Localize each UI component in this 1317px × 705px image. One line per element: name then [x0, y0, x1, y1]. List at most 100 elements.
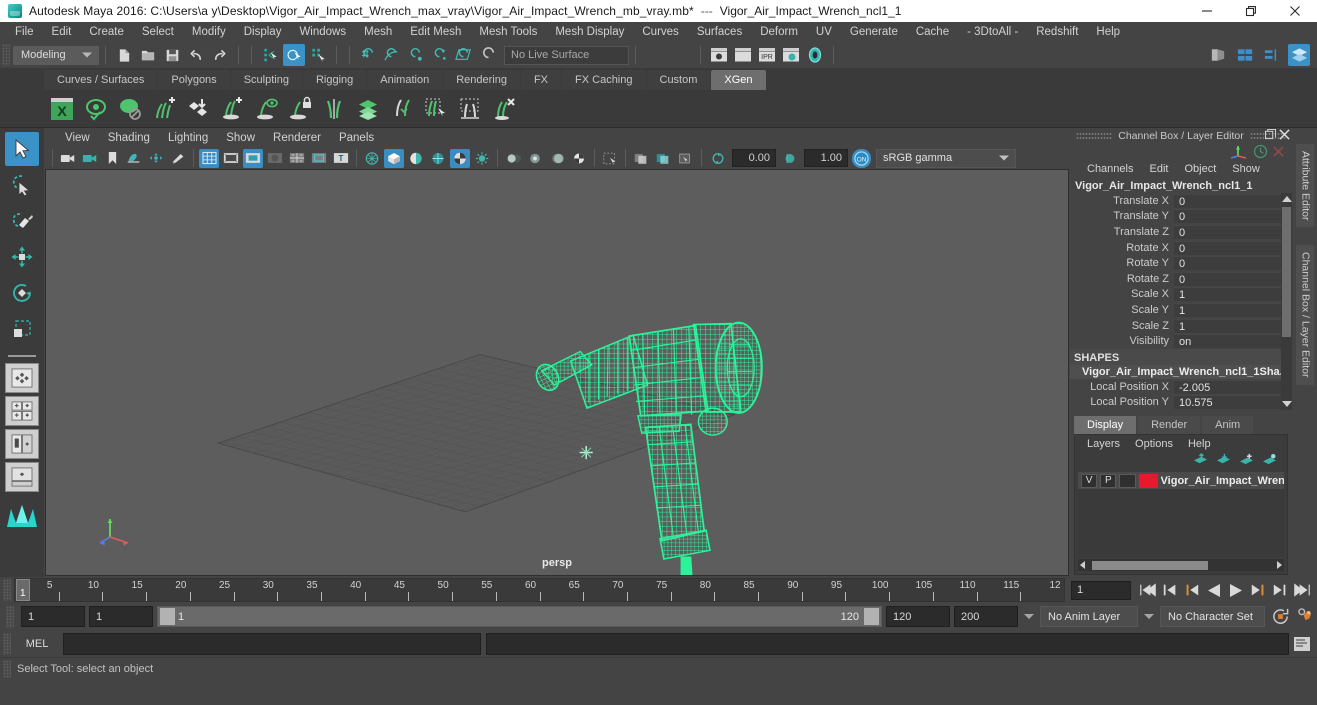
image-plane-icon[interactable] [124, 149, 144, 168]
menu-mesh[interactable]: Mesh [355, 22, 401, 42]
layer-list-hscrollbar[interactable] [1078, 559, 1284, 571]
step-forward-frame-icon[interactable] [1247, 579, 1269, 601]
menu-select[interactable]: Select [133, 22, 183, 42]
two-d-pan-zoom-icon[interactable] [146, 149, 166, 168]
channel-value[interactable]: 1 [1174, 318, 1292, 333]
channel-value[interactable]: 1 [1174, 302, 1292, 317]
snap-to-point-icon[interactable] [405, 44, 427, 66]
animation-preferences-icon[interactable] [1295, 606, 1317, 628]
shelf-tab-custom[interactable]: Custom [646, 70, 711, 90]
command-input[interactable] [63, 632, 481, 655]
hypershade-icon[interactable] [804, 44, 826, 66]
live-surface-field[interactable]: No Live Surface [504, 45, 629, 65]
xgen-delete-guides-icon[interactable] [488, 93, 520, 125]
xgen-mask-icon[interactable] [454, 93, 486, 125]
character-set-combo[interactable]: No Character Set [1160, 606, 1265, 627]
cb-menu-channels[interactable]: Channels [1080, 163, 1140, 175]
move-tool[interactable] [5, 240, 39, 274]
play-forwards-icon[interactable] [1225, 579, 1247, 601]
gamma-icon[interactable] [780, 149, 800, 168]
menu-modify[interactable]: Modify [183, 22, 235, 42]
menu-display[interactable]: Display [235, 22, 291, 42]
xray-icon[interactable] [631, 149, 651, 168]
menu-surfaces[interactable]: Surfaces [688, 22, 751, 42]
camera-attributes-icon[interactable] [80, 149, 100, 168]
viewport-menu-renderer[interactable]: Renderer [264, 132, 330, 144]
vtab-attribute-editor[interactable]: Attribute Editor [1295, 144, 1314, 228]
layer-color-swatch[interactable] [1138, 473, 1158, 488]
anim-layer-combo[interactable]: No Anim Layer [1040, 606, 1138, 627]
menu-cache[interactable]: Cache [907, 22, 958, 42]
close-panel-icon[interactable] [1279, 129, 1290, 143]
move-layer-down-icon[interactable] [1216, 453, 1231, 469]
channel-value[interactable]: 0 [1174, 240, 1292, 255]
xgen-part-guides-icon[interactable] [318, 93, 350, 125]
cb-menu-object[interactable]: Object [1177, 163, 1223, 175]
channel-box-shape-name[interactable]: Vigor_Air_Impact_Wrench_ncl1_1Sha... [1070, 364, 1292, 379]
shelf-tab-animation[interactable]: Animation [367, 70, 443, 90]
status-bar-grip[interactable] [3, 659, 11, 678]
two-pane-side-layout[interactable] [5, 429, 39, 459]
viewport-menu-shading[interactable]: Shading [99, 132, 159, 144]
clock-icon[interactable] [1253, 144, 1268, 162]
menu-redshift[interactable]: Redshift [1027, 22, 1087, 42]
restore-button[interactable] [1229, 0, 1273, 22]
select-by-object-icon[interactable] [283, 44, 305, 66]
range-end-handle[interactable] [864, 608, 879, 625]
viewport-menu-panels[interactable]: Panels [330, 132, 383, 144]
no-key-icon[interactable] [1271, 144, 1286, 162]
field-chart-icon[interactable] [287, 149, 307, 168]
command-line-grip[interactable] [3, 632, 11, 655]
new-scene-icon[interactable] [113, 44, 135, 66]
snap-to-view-plane-icon[interactable] [453, 44, 475, 66]
shelf-tab-fx[interactable]: FX [520, 70, 562, 90]
shelf-tab-sculpting[interactable]: Sculpting [230, 70, 302, 90]
single-pane-layout[interactable] [5, 363, 39, 393]
isolate-select-icon[interactable] [600, 149, 620, 168]
xgen-disable-preview-icon[interactable] [114, 93, 146, 125]
go-to-start-icon[interactable] [1137, 579, 1159, 601]
render-sequence-icon[interactable] [780, 44, 802, 66]
range-bar[interactable]: 1 120 [157, 606, 882, 627]
range-start-field[interactable]: 1 [89, 606, 153, 627]
scale-tool[interactable] [5, 312, 39, 346]
xgen-editor-icon[interactable]: X [46, 93, 78, 125]
textured-icon[interactable] [450, 148, 470, 168]
select-camera-icon[interactable] [58, 149, 78, 168]
layer-row[interactable]: V P Vigor_Air_Impact_Wrenc [1078, 472, 1284, 490]
snap-to-projected-center-icon[interactable] [429, 44, 451, 66]
time-slider[interactable]: 1 5 10 15 20 25 30 35 40 45 50 55 60 65 70 75 80 85 90 95 1… [14, 578, 1065, 602]
channel-box-scrollbar[interactable] [1281, 193, 1292, 411]
lasso-select-tool[interactable] [5, 168, 39, 202]
menu-edit[interactable]: Edit [43, 22, 81, 42]
menu-help[interactable]: Help [1087, 22, 1129, 42]
move-layer-up-icon[interactable] [1193, 453, 1208, 469]
shelf-tab-rendering[interactable]: Rendering [443, 70, 520, 90]
panel-drag-handle[interactable] [1076, 132, 1113, 140]
script-editor-icon[interactable] [1291, 633, 1313, 655]
show-hide-channel-box-icon[interactable] [1288, 44, 1310, 66]
show-hide-tool-settings-icon[interactable] [1261, 44, 1283, 66]
safe-action-icon[interactable] [309, 149, 329, 168]
resolution-gate-icon[interactable] [243, 148, 263, 168]
shelf-tab-rigging[interactable]: Rigging [302, 70, 367, 90]
undock-panel-icon[interactable] [1265, 129, 1276, 143]
xray-joints-icon[interactable] [653, 149, 673, 168]
step-back-keyframe-icon[interactable] [1159, 579, 1181, 601]
step-forward-keyframe-icon[interactable] [1269, 579, 1291, 601]
show-hide-attribute-editor-icon[interactable] [1234, 44, 1256, 66]
minimize-button[interactable] [1185, 0, 1229, 22]
xgen-preview-icon[interactable] [80, 93, 112, 125]
channel-value[interactable]: -2.005 [1174, 379, 1292, 394]
viewport-menu-view[interactable]: View [56, 132, 99, 144]
viewport-menu-show[interactable]: Show [217, 132, 264, 144]
menu-3dtoall[interactable]: - 3DtoAll - [958, 22, 1027, 42]
menu-mesh-display[interactable]: Mesh Display [546, 22, 633, 42]
layer-menu-layers[interactable]: Layers [1081, 438, 1126, 450]
range-slider-grip[interactable] [6, 605, 14, 628]
shade-flat-icon[interactable] [406, 149, 426, 168]
channel-value[interactable]: 0 [1174, 209, 1292, 224]
menuset-selector[interactable]: Modeling [13, 45, 99, 65]
new-layer-from-selected-icon[interactable] [1262, 453, 1277, 469]
ipr-render-icon[interactable] [732, 44, 754, 66]
